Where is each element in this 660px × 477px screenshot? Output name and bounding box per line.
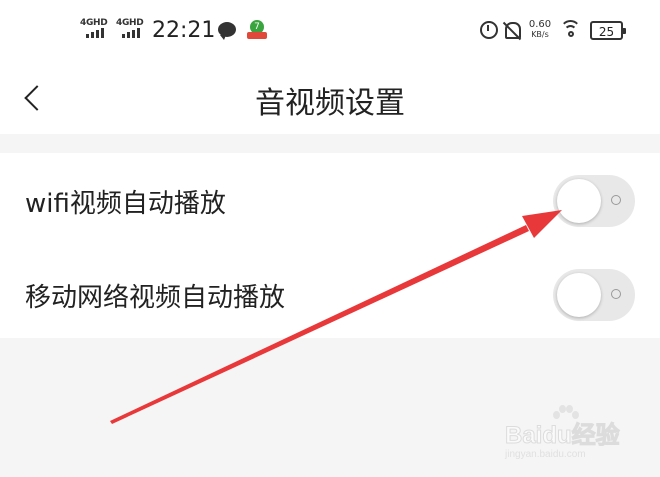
- network-speed: 0.60 KB/s: [527, 20, 553, 40]
- setting-label: wifi视频自动播放: [25, 189, 226, 219]
- setting-row-wifi-autoplay[interactable]: wifi视频自动播放: [0, 153, 660, 245]
- setting-row-mobile-autoplay[interactable]: 移动网络视频自动播放: [0, 245, 660, 337]
- message-icon: [218, 22, 236, 40]
- watermark-brand: Baidu经验: [505, 422, 621, 450]
- toggle-off-icon: [611, 289, 621, 299]
- page-title: 音视频设置: [255, 86, 405, 121]
- mute-notification-icon: [502, 20, 522, 41]
- toggle-off-icon: [611, 195, 621, 205]
- wifi-icon: [560, 18, 582, 40]
- network-type-label: 4GHD: [116, 18, 144, 28]
- watermark-url: jingyan.baidu.com: [505, 449, 586, 460]
- network-type-label: 4GHD: [80, 18, 108, 28]
- settings-list: wifi视频自动播放 移动网络视频自动播放: [0, 153, 660, 338]
- status-bar: 4GHD 4GHD 22:21 7 0.60 KB/s 25: [0, 0, 660, 62]
- alarm-icon: [480, 21, 498, 39]
- status-time: 22:21: [152, 18, 216, 43]
- speed-value: 0.60: [528, 19, 552, 30]
- cellular-signal-icon: 4GHD: [80, 18, 112, 42]
- speed-unit: KB/s: [531, 30, 549, 39]
- cellular-signal-icon: 4GHD: [116, 18, 148, 42]
- navigation-bar: 音视频设置: [0, 62, 660, 134]
- wifi-autoplay-toggle[interactable]: [553, 175, 635, 227]
- mobile-autoplay-toggle[interactable]: [553, 269, 635, 321]
- battery-indicator: 25: [590, 21, 626, 40]
- toggle-knob: [557, 179, 601, 223]
- setting-label: 移动网络视频自动播放: [25, 283, 286, 313]
- app-notification-icon: 7: [245, 20, 269, 40]
- baidu-watermark: Baidu经验 jingyan.baidu.com: [505, 405, 640, 465]
- toggle-knob: [557, 273, 601, 317]
